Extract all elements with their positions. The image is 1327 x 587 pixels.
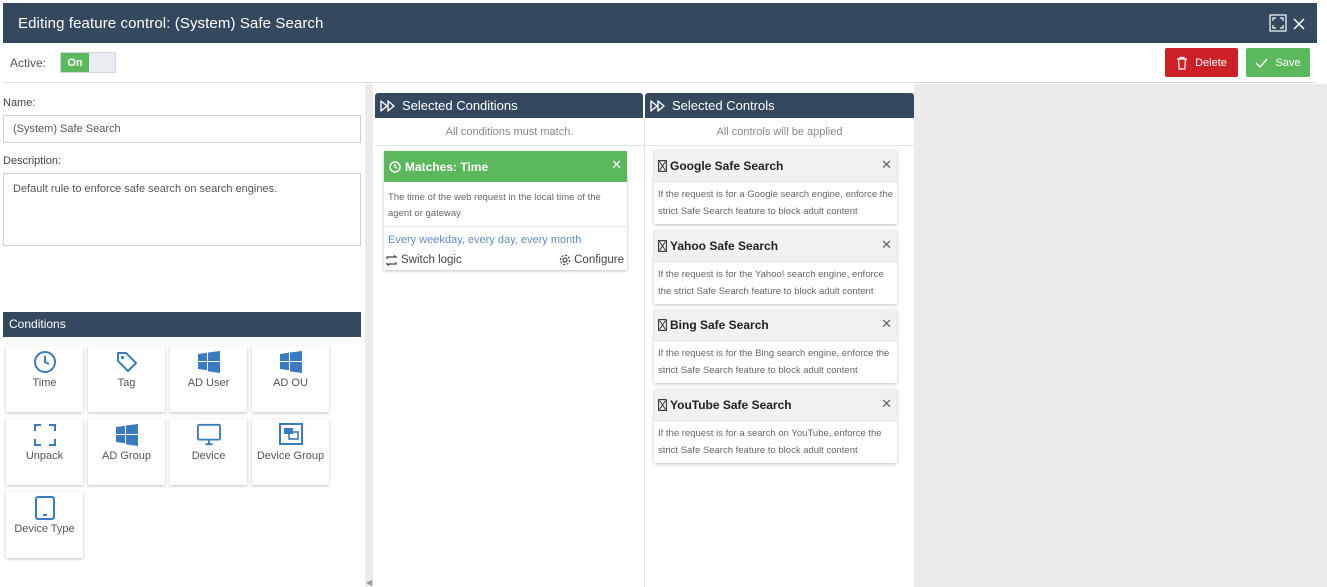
close-icon[interactable] xyxy=(1293,17,1305,35)
expand-icon xyxy=(33,423,57,447)
condition-tile-ad-group[interactable]: AD Group xyxy=(88,419,165,485)
control-card-title: YouTube Safe Search xyxy=(670,397,792,412)
switch-logic-button[interactable]: Switch logic xyxy=(385,254,462,266)
windows-icon xyxy=(197,350,221,374)
condition-tile-ad-ou[interactable]: AD OU xyxy=(252,346,329,412)
tag-icon xyxy=(115,350,139,374)
condition-tile-device-group[interactable]: Device Group xyxy=(252,419,329,485)
condition-tile-device[interactable]: Device xyxy=(170,419,247,485)
condition-card-header: Matches: Time ✕ xyxy=(384,151,627,182)
active-label: Active: xyxy=(10,56,47,70)
clock-icon xyxy=(389,160,401,173)
selected-controls-header: Selected Controls xyxy=(645,93,914,118)
description-input[interactable]: Default rule to enforce safe search on s… xyxy=(3,173,361,246)
conditions-header: Conditions xyxy=(3,312,361,337)
hourglass-icon xyxy=(658,318,667,331)
gear-icon xyxy=(559,254,571,266)
control-card-description: If the request is for a Google search en… xyxy=(658,189,894,217)
window-title: Editing feature control: (System) Safe S… xyxy=(18,14,324,32)
fast-forward-icon xyxy=(380,99,395,112)
condition-tile-time[interactable]: Time xyxy=(6,346,83,412)
save-button-label: Save xyxy=(1275,56,1301,69)
name-input[interactable]: (System) Safe Search xyxy=(3,115,361,143)
fast-forward-icon xyxy=(650,99,665,112)
condition-tile-label: Device Type xyxy=(14,523,75,535)
control-card-bing[interactable]: Bing Safe Search ✕ If the request is for… xyxy=(654,309,897,383)
switch-logic-label: Switch logic xyxy=(401,254,462,266)
condition-tile-label: Device xyxy=(191,450,226,462)
control-card-youtube[interactable]: YouTube Safe Search ✕ If the request is … xyxy=(654,389,897,463)
window-controls xyxy=(1269,14,1305,37)
hourglass-icon xyxy=(658,239,667,252)
condition-card-title: Matches: Time xyxy=(405,159,489,174)
panel-splitter[interactable] xyxy=(365,84,373,587)
condition-tile-label: Tag xyxy=(117,377,136,389)
empty-workspace xyxy=(914,84,1327,587)
remove-control-icon[interactable]: ✕ xyxy=(881,157,892,173)
name-label: Name: xyxy=(3,97,36,109)
windows-icon xyxy=(279,350,303,374)
selected-conditions-subtitle: All conditions must match. xyxy=(375,119,644,146)
control-card-header: Yahoo Safe Search ✕ xyxy=(654,230,897,262)
collapse-arrow-icon[interactable]: ◀ xyxy=(366,578,372,587)
condition-tile-label: Unpack xyxy=(25,450,64,462)
selected-controls-subtitle: All controls will be applied xyxy=(645,119,914,146)
checkmark-icon xyxy=(1255,58,1268,68)
control-card-title: Google Safe Search xyxy=(670,158,784,173)
remove-condition-icon[interactable]: ✕ xyxy=(611,157,622,173)
clock-icon xyxy=(33,350,57,374)
left-panel: Name: (System) Safe Search Description: … xyxy=(3,84,361,587)
control-card-yahoo[interactable]: Yahoo Safe Search ✕ If the request is fo… xyxy=(654,230,897,304)
hourglass-icon xyxy=(658,398,667,411)
remove-control-icon[interactable]: ✕ xyxy=(881,237,892,253)
condition-tile-label: AD Group xyxy=(102,450,151,462)
tablet-icon xyxy=(33,496,57,520)
control-card-google[interactable]: Google Safe Search ✕ If the request is f… xyxy=(654,150,897,224)
condition-schedule-link[interactable]: Every weekday, every day, every month xyxy=(384,226,627,255)
save-button[interactable]: Save xyxy=(1246,48,1310,77)
control-card-description: If the request is for a search on YouTub… xyxy=(658,428,882,456)
toggle-on-label: On xyxy=(61,53,89,72)
configure-button[interactable]: Configure xyxy=(559,254,624,266)
condition-tile-ad-user[interactable]: AD User xyxy=(170,346,247,412)
condition-tile-device-type[interactable]: Device Type xyxy=(6,492,83,558)
condition-tile-label: Device Group xyxy=(256,450,325,462)
switch-arrows-icon xyxy=(385,254,398,266)
condition-card-actions: Switch logic Configure xyxy=(384,253,627,270)
control-card-header: Bing Safe Search ✕ xyxy=(654,309,897,341)
condition-tile-tag[interactable]: Tag xyxy=(88,346,165,412)
remove-control-icon[interactable]: ✕ xyxy=(881,316,892,332)
active-toggle[interactable]: On xyxy=(60,52,116,73)
condition-card-description: The time of the web request in the local… xyxy=(388,192,601,219)
windows-icon xyxy=(115,423,139,447)
configure-label: Configure xyxy=(574,254,624,266)
condition-tile-label: Time xyxy=(32,377,57,389)
monitor-icon xyxy=(196,423,221,447)
delete-button-label: Delete xyxy=(1195,56,1227,69)
hourglass-icon xyxy=(658,159,667,172)
control-card-title: Yahoo Safe Search xyxy=(670,238,779,253)
device-group-icon xyxy=(278,423,303,447)
remove-control-icon[interactable]: ✕ xyxy=(881,396,892,412)
selected-controls-title: Selected Controls xyxy=(672,98,775,113)
control-card-header: Google Safe Search ✕ xyxy=(654,150,897,182)
toolbar: Active: On Delete Save xyxy=(3,43,1317,83)
control-card-description: If the request is for the Yahoo! search … xyxy=(658,269,884,297)
control-card-header: YouTube Safe Search ✕ xyxy=(654,389,897,421)
condition-tile-label: AD User xyxy=(187,377,230,389)
selected-conditions-title: Selected Conditions xyxy=(402,98,518,113)
condition-tile-label: AD OU xyxy=(273,377,308,389)
delete-button[interactable]: Delete xyxy=(1165,48,1238,77)
description-label: Description: xyxy=(3,155,62,167)
selected-conditions-header: Selected Conditions xyxy=(375,93,643,118)
condition-tile-unpack[interactable]: Unpack xyxy=(6,419,83,485)
window-titlebar: Editing feature control: (System) Safe S… xyxy=(3,3,1317,43)
control-card-title: Bing Safe Search xyxy=(670,317,769,332)
feature-control-editor: Editing feature control: (System) Safe S… xyxy=(0,0,1327,587)
condition-card-time[interactable]: Matches: Time ✕ The time of the web requ… xyxy=(384,151,627,270)
trash-icon xyxy=(1177,56,1188,70)
control-card-description: If the request is for the Bing search en… xyxy=(658,348,890,376)
maximize-icon[interactable] xyxy=(1269,14,1287,37)
